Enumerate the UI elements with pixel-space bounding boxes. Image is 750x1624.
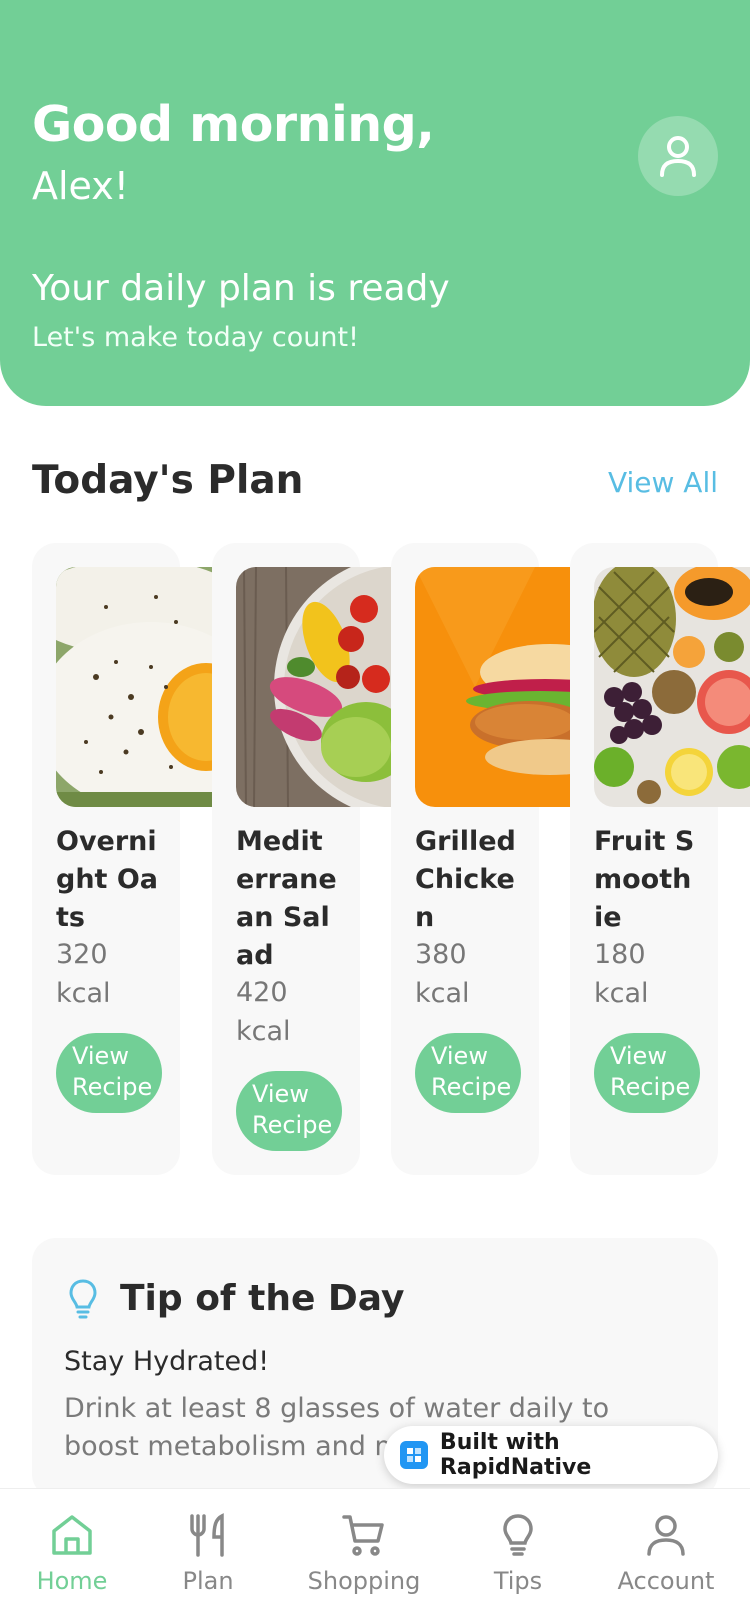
lightbulb-icon xyxy=(503,1514,533,1556)
view-recipe-button[interactable]: View Recipe xyxy=(56,1033,162,1113)
tab-plan[interactable]: Plan xyxy=(168,1489,248,1624)
meal-card[interactable]: Fruit Smoothie 180 kcal View Recipe xyxy=(570,543,750,1175)
plan-ready-text: Your daily plan is ready xyxy=(32,268,450,309)
lightbulb-icon xyxy=(69,1279,97,1319)
meal-title: Grilled Chicken xyxy=(415,826,516,933)
user-icon xyxy=(660,136,696,177)
header-banner: Good morning, Alex! Your daily plan is r… xyxy=(0,0,750,406)
tip-title: Tip of the Day xyxy=(120,1278,405,1319)
meal-kcal: 180 kcal xyxy=(594,939,649,1009)
meal-card[interactable]: Mediterranean Salad 420 kcal View Recipe xyxy=(212,543,396,1175)
meal-kcal: 420 kcal xyxy=(236,977,291,1047)
tab-label: Home xyxy=(36,1567,108,1595)
tab-home[interactable]: Home xyxy=(30,1489,114,1624)
meal-title: Overnight Oats xyxy=(56,826,159,933)
tab-label: Account xyxy=(617,1567,715,1595)
view-recipe-button[interactable]: View Recipe xyxy=(236,1071,342,1151)
tab-label: Shopping xyxy=(307,1567,421,1595)
rapidnative-logo-icon xyxy=(400,1441,428,1469)
built-with-badge[interactable]: Built with RapidNative xyxy=(384,1426,718,1484)
user-icon xyxy=(647,1515,685,1556)
utensils-icon xyxy=(190,1513,224,1557)
meal-title: Fruit Smoothie xyxy=(594,826,695,933)
cart-icon xyxy=(342,1515,384,1556)
meal-card[interactable]: Grilled Chicken 380 kcal View Recipe xyxy=(391,543,575,1175)
home-icon xyxy=(52,1515,92,1555)
meal-kcal: 320 kcal xyxy=(56,939,111,1009)
bottom-tab-bar: Home Plan Shopping Tips Account xyxy=(0,1488,750,1624)
chicken-burger-photo xyxy=(415,567,575,807)
tab-shopping[interactable]: Shopping xyxy=(302,1489,426,1624)
tab-label: Plan xyxy=(182,1567,234,1595)
fried-eggs-photo xyxy=(56,567,216,807)
view-all-link[interactable]: View All xyxy=(608,466,718,499)
tab-label: Tips xyxy=(493,1567,543,1595)
motivation-text: Let's make today count! xyxy=(32,322,359,353)
meal-kcal: 380 kcal xyxy=(415,939,470,1009)
tab-account[interactable]: Account xyxy=(612,1489,720,1624)
tab-tips[interactable]: Tips xyxy=(480,1489,556,1624)
section-title-todays-plan: Today's Plan xyxy=(32,458,304,503)
meal-card[interactable]: Overnight Oats 320 kcal View Recipe xyxy=(32,543,216,1175)
view-recipe-button[interactable]: View Recipe xyxy=(415,1033,521,1113)
tip-subtitle: Stay Hydrated! xyxy=(64,1346,270,1377)
meal-title: Mediterranean Salad xyxy=(236,826,337,971)
greeting-text: Good morning, xyxy=(32,96,435,153)
view-recipe-button[interactable]: View Recipe xyxy=(594,1033,700,1113)
fruit-platter-photo xyxy=(594,567,750,807)
badge-label: Built with RapidNative xyxy=(439,1430,592,1480)
user-name: Alex! xyxy=(32,164,129,208)
avatar-button[interactable] xyxy=(638,116,718,196)
salad-bowl-photo xyxy=(236,567,396,807)
